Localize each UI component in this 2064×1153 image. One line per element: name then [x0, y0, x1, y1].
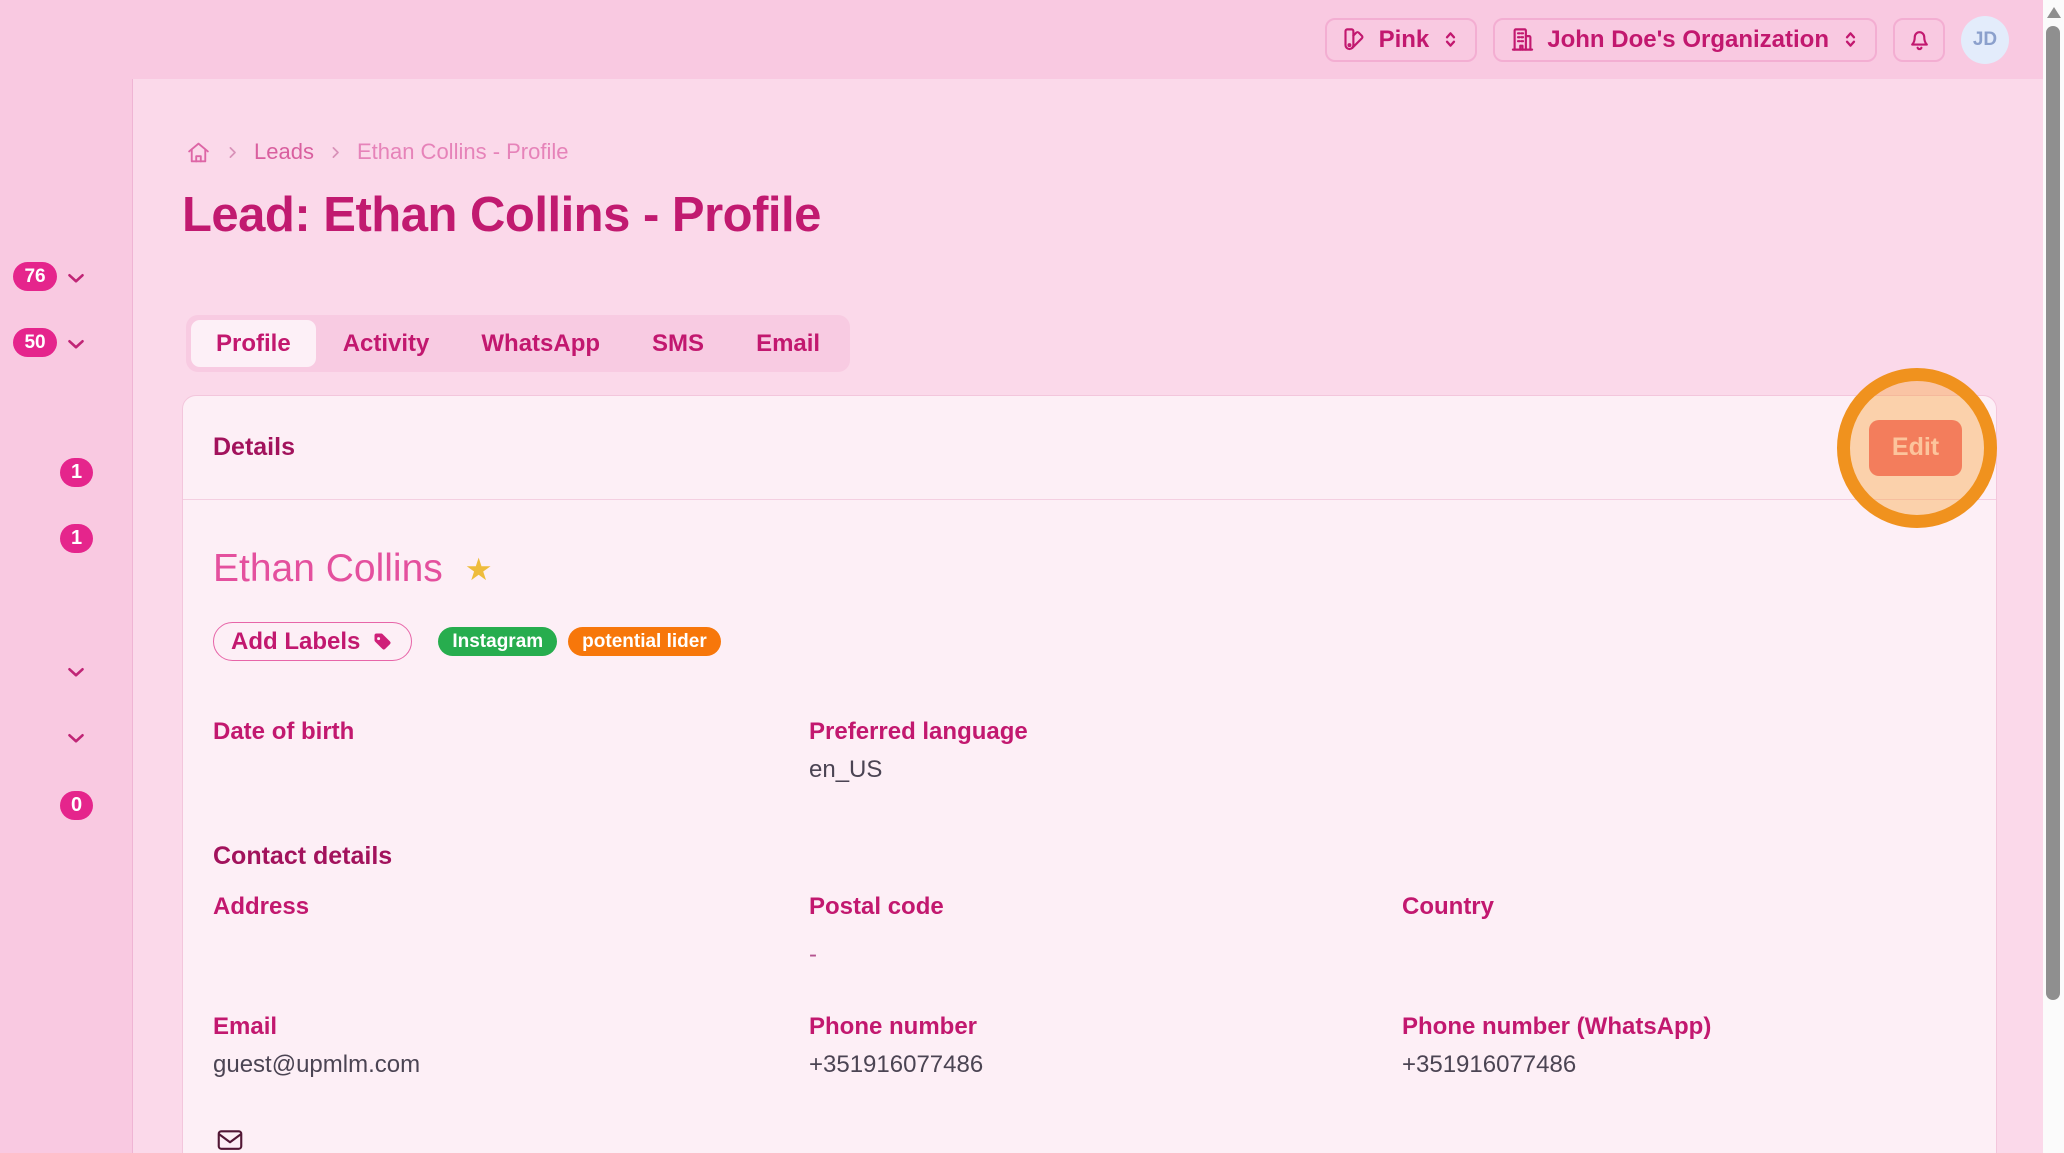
tab-email[interactable]: Email [731, 320, 845, 367]
field-label: Postal code [809, 893, 1402, 921]
sidebar: 76 50 1 1 0 [0, 79, 133, 1153]
field-value: +351916077486 [1402, 1051, 1966, 1079]
field-preferred-language: Preferred language en_US [809, 718, 1402, 784]
sidebar-badge[interactable]: 0 [60, 791, 93, 820]
theme-selector[interactable]: Pink [1325, 18, 1478, 62]
chevron-right-icon [327, 144, 344, 161]
label-pill[interactable]: Instagram [438, 627, 557, 656]
details-card: Details Edit Ethan Collins ★ Add Labels [182, 395, 1997, 1153]
edit-button[interactable]: Edit [1869, 420, 1962, 476]
details-card-body: Ethan Collins ★ Add Labels Instagram pot… [183, 547, 1996, 1153]
sidebar-badge[interactable]: 76 [13, 262, 57, 291]
field-country: Country [1402, 893, 1966, 969]
details-title: Details [213, 433, 295, 462]
field-label: Address [213, 893, 809, 921]
avatar[interactable]: JD [1961, 16, 2009, 64]
field-label: Email [213, 1013, 809, 1041]
field-label: Phone number [809, 1013, 1402, 1041]
tab-profile[interactable]: Profile [191, 320, 316, 367]
details-card-header: Details Edit [183, 396, 1996, 500]
vertical-scrollbar[interactable] [2043, 0, 2064, 1153]
chevron-down-icon[interactable] [63, 725, 89, 756]
bell-icon [1906, 26, 1933, 53]
breadcrumb: Leads Ethan Collins - Profile [186, 139, 569, 165]
main-content: Leads Ethan Collins - Profile Lead: Etha… [133, 79, 2043, 1153]
fields-row: Email guest@upmlm.com Phone number +3519… [213, 1013, 1966, 1079]
field-value [213, 756, 809, 784]
topbar: Pink John Doe's Organization [0, 0, 2043, 79]
field-value [213, 931, 809, 959]
sidebar-badge[interactable]: 1 [60, 458, 93, 487]
tab-whatsapp[interactable]: WhatsApp [456, 320, 625, 367]
chevron-down-icon[interactable] [63, 265, 89, 296]
lead-name: Ethan Collins [213, 547, 443, 591]
field-value [1402, 931, 1966, 959]
breadcrumb-link-leads[interactable]: Leads [254, 139, 314, 165]
chevron-down-icon[interactable] [63, 331, 89, 362]
field-label: Date of birth [213, 718, 809, 746]
field-value: +351916077486 [809, 1051, 1402, 1079]
lead-name-row: Ethan Collins ★ [213, 547, 1966, 591]
organization-selector-label: John Doe's Organization [1547, 26, 1829, 54]
label-pill[interactable]: potential lider [568, 627, 721, 656]
field-value: guest@upmlm.com [213, 1051, 809, 1079]
field-label: Country [1402, 893, 1966, 921]
tab-bar: Profile Activity WhatsApp SMS Email [186, 315, 850, 372]
chevron-updown-icon [1440, 29, 1461, 50]
label-pill-group: Instagram potential lider [438, 627, 720, 656]
building-icon [1509, 26, 1536, 53]
sidebar-badge[interactable]: 50 [13, 328, 57, 357]
scrollbar-thumb[interactable] [2046, 26, 2060, 1000]
add-labels-label: Add Labels [231, 628, 360, 656]
field-label: Preferred language [809, 718, 1402, 746]
chevron-down-icon[interactable] [63, 659, 89, 690]
field-label: Phone number (WhatsApp) [1402, 1013, 1966, 1041]
field-address: Address [213, 893, 809, 969]
field-date-of-birth: Date of birth [213, 718, 809, 784]
contact-details-title: Contact details [213, 842, 1966, 871]
field-phone-number: Phone number +351916077486 [809, 1013, 1402, 1079]
tab-activity[interactable]: Activity [318, 320, 455, 367]
labels-row: Add Labels Instagram potential lider [213, 622, 1966, 661]
add-labels-button[interactable]: Add Labels [213, 622, 412, 661]
chevron-right-icon [224, 144, 241, 161]
tab-sms[interactable]: SMS [627, 320, 729, 367]
breadcrumb-current: Ethan Collins - Profile [357, 139, 569, 165]
envelope-icon[interactable] [213, 1125, 247, 1153]
field-phone-whatsapp: Phone number (WhatsApp) +351916077486 [1402, 1013, 1966, 1079]
field-postal-code: Postal code - [809, 893, 1402, 969]
tag-icon [370, 630, 394, 654]
star-icon[interactable]: ★ [465, 554, 493, 585]
theme-swatch-icon [1341, 26, 1368, 53]
scrollbar-up-arrow[interactable] [2047, 7, 2061, 18]
fields-row: Address Postal code - Country [213, 893, 1966, 969]
home-icon[interactable] [186, 140, 211, 165]
theme-selector-label: Pink [1379, 26, 1430, 54]
chevron-updown-icon [1840, 29, 1861, 50]
field-value: - [809, 941, 1402, 969]
page-title: Lead: Ethan Collins - Profile [182, 187, 821, 243]
organization-selector[interactable]: John Doe's Organization [1493, 18, 1877, 62]
notifications-button[interactable] [1893, 18, 1945, 62]
fields-row: Date of birth Preferred language en_US [213, 718, 1966, 784]
field-value: en_US [809, 756, 1402, 784]
sidebar-badge[interactable]: 1 [60, 524, 93, 553]
field-email: Email guest@upmlm.com [213, 1013, 809, 1079]
